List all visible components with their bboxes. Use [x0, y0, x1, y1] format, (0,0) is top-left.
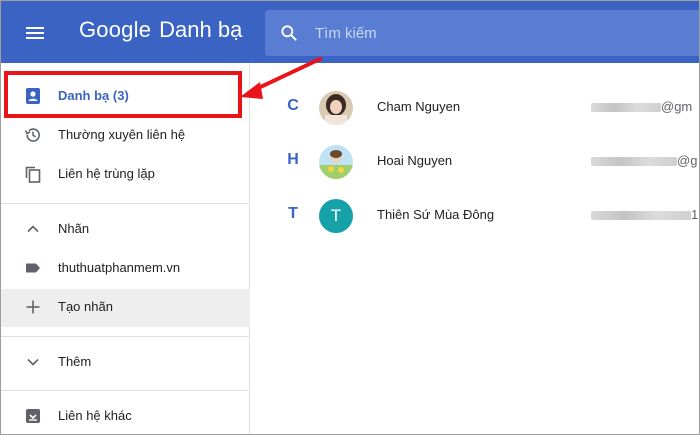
history-icon — [24, 128, 40, 142]
annotation-highlight-box — [4, 71, 242, 118]
avatar-photo-icon — [319, 145, 353, 179]
sidebar-item-duplicates[interactable]: Liên hệ trùng lặp — [1, 156, 250, 192]
sidebar-item-frequent[interactable]: Thường xuyên liên hệ — [1, 117, 250, 153]
contact-avatar: T — [319, 199, 353, 233]
index-letter: H — [287, 151, 299, 168]
more-section-title: Thêm — [58, 354, 92, 369]
contact-row[interactable]: C Cham Nguyen @gm — [251, 82, 699, 136]
main-menu-button[interactable] — [19, 20, 53, 46]
menu-icon-bar — [26, 32, 44, 34]
archive-icon — [26, 409, 40, 423]
contact-avatar — [319, 91, 353, 125]
contact-email: @g — [591, 153, 699, 169]
contact-row[interactable]: T T Thiên Sứ Mùa Đông 1 — [251, 190, 699, 244]
logo-product: Danh bạ — [159, 17, 243, 42]
contacts-list: C Cham Nguyen @gm H Hoai Nguyen @g T T T… — [251, 63, 699, 434]
contact-email: @gm — [591, 99, 699, 115]
contact-email: 1 — [591, 207, 699, 223]
redacted-email — [591, 103, 661, 113]
chevron-down-icon — [27, 358, 39, 366]
sidebar-divider — [1, 390, 250, 391]
email-suffix: @gm — [661, 99, 693, 114]
plus-icon — [26, 300, 40, 314]
logo-brand: Google — [79, 17, 152, 42]
sidebar: Danh bạ (3) Thường xuyên liên hệ Liên hệ… — [1, 63, 250, 434]
chevron-up-icon — [27, 225, 39, 233]
more-section-toggle[interactable]: Thêm — [1, 344, 250, 380]
search-icon[interactable] — [279, 23, 299, 43]
sidebar-divider — [1, 336, 250, 337]
label-icon — [26, 263, 40, 273]
avatar-photo-icon — [319, 91, 353, 125]
avatar-initial: T — [319, 199, 353, 233]
sidebar-divider — [1, 203, 250, 204]
labels-section-toggle[interactable]: Nhãn — [1, 211, 250, 247]
index-letter: T — [288, 205, 298, 222]
sidebar-item-label: Liên hệ trùng lặp — [58, 166, 155, 181]
contact-avatar — [319, 145, 353, 179]
sidebar-item-label: Liên hệ khác — [58, 408, 132, 423]
app-header: Google Danh bạ — [1, 1, 699, 63]
sidebar-item-label: thuthuatphanmem.vn — [58, 260, 181, 275]
sidebar-item-label: Tạo nhãn — [58, 299, 113, 314]
sidebar-item-label-thuthuatphanmem[interactable]: thuthuatphanmem.vn — [1, 250, 250, 286]
contact-row[interactable]: H Hoai Nguyen @g — [251, 136, 699, 190]
sidebar-item-other-contacts[interactable]: Liên hệ khác — [1, 398, 250, 434]
redacted-email — [591, 157, 677, 167]
email-suffix: @g — [677, 153, 698, 168]
index-letter: C — [287, 97, 299, 114]
copy-icon — [25, 166, 41, 183]
contact-name: Hoai Nguyen — [377, 153, 453, 168]
email-suffix: 1 — [691, 207, 699, 222]
contact-name: Thiên Sứ Mùa Đông — [377, 207, 495, 222]
menu-icon-bar — [26, 37, 44, 39]
search-bar[interactable] — [265, 10, 699, 56]
contact-name: Cham Nguyen — [377, 99, 461, 114]
labels-section-title: Nhãn — [58, 221, 90, 236]
search-input[interactable] — [315, 20, 685, 46]
sidebar-item-label: Thường xuyên liên hệ — [58, 127, 186, 142]
menu-icon-bar — [26, 27, 44, 29]
create-label-button[interactable]: Tạo nhãn — [1, 289, 250, 327]
redacted-email — [591, 211, 691, 221]
app-logo[interactable]: Google Danh bạ — [79, 17, 242, 47]
